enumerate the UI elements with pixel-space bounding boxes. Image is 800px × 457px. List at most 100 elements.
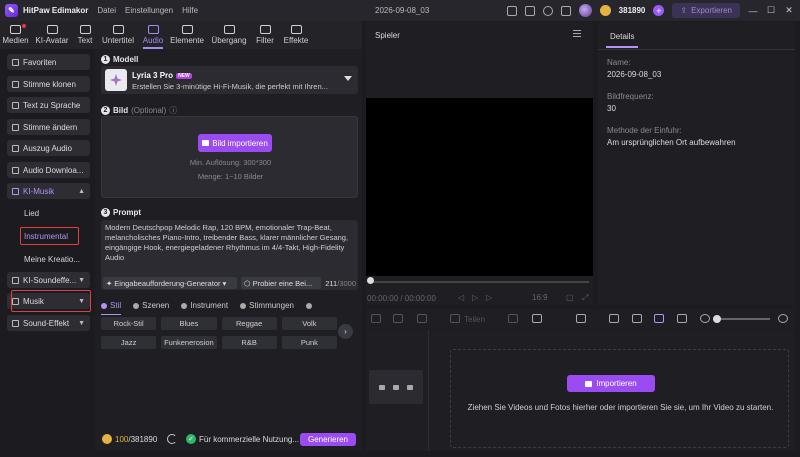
tab-audio[interactable]: Audio xyxy=(139,21,167,49)
refresh-icon[interactable] xyxy=(167,434,177,444)
maximize-button[interactable]: ☐ xyxy=(766,5,776,16)
style-tag[interactable]: R&B xyxy=(221,336,277,349)
tab-text[interactable]: Text xyxy=(73,21,97,49)
tab-uebergang[interactable]: Übergang xyxy=(207,21,251,49)
zoom-slider-handle[interactable] xyxy=(713,315,721,323)
export-button[interactable]: ⇪ Exportieren xyxy=(672,3,740,18)
dropdown-arrow-icon[interactable] xyxy=(344,76,352,81)
prev-frame-icon[interactable]: ◁ xyxy=(458,293,464,302)
layout-icon[interactable] xyxy=(506,5,517,16)
style-tag[interactable]: Volk xyxy=(281,317,337,330)
tab-stil[interactable]: Stil xyxy=(101,299,122,315)
next-tags-button[interactable]: › xyxy=(338,324,353,339)
tab-effekte[interactable]: Effekte xyxy=(279,21,313,49)
tab-elemente[interactable]: Elemente xyxy=(167,21,207,49)
tab-untertitel[interactable]: Untertitel xyxy=(97,21,139,49)
tab-details[interactable]: Details xyxy=(606,26,639,48)
sidebar-item-ki-soundeffekt[interactable]: KI-Soundeffe... ▼ xyxy=(7,272,90,288)
style-tag[interactable]: Blues xyxy=(161,317,217,330)
scissors-icon[interactable] xyxy=(450,314,460,323)
menu-datei[interactable]: Datei xyxy=(97,6,116,15)
model-description: Erstellen Sie 3-minütige Hi-Fi-Musik, di… xyxy=(132,82,328,91)
redo-icon[interactable] xyxy=(393,314,403,323)
close-button[interactable]: ✕ xyxy=(784,5,794,16)
seek-bar[interactable] xyxy=(370,281,589,283)
prompt-generator-button[interactable]: ✦ Eingabeaufforderung-Generator ▾ xyxy=(103,277,237,289)
media-toolbar: Medien KI-Avatar Text Untertitel Audio E… xyxy=(0,21,362,49)
user-avatar[interactable] xyxy=(578,4,592,17)
style-tag[interactable]: Funkenerosion xyxy=(161,336,217,349)
split-label[interactable]: Teilen xyxy=(464,315,485,324)
style-tag[interactable]: Punk xyxy=(281,336,337,349)
download-icon[interactable] xyxy=(542,5,553,16)
prompt-textarea[interactable]: Modern Deutschpop Melodic Rap, 120 BPM, … xyxy=(101,220,358,290)
sidebar-item-favoriten[interactable]: Favoriten xyxy=(7,54,90,70)
subtitle-icon xyxy=(112,25,124,34)
try-example-button[interactable]: ⬡ Probier eine Bei... xyxy=(241,277,321,289)
menu-einstellungen[interactable]: Einstellungen xyxy=(125,6,173,15)
notification-icon[interactable] xyxy=(560,5,571,16)
sidebar-item-label: Favoriten xyxy=(23,57,57,67)
fit-icon[interactable] xyxy=(677,314,687,323)
delete-icon[interactable] xyxy=(417,314,427,323)
sidebar-item-audio-download[interactable]: Audio Downloa... xyxy=(7,162,90,178)
zoom-in-icon[interactable] xyxy=(778,314,788,323)
info-icon[interactable]: ⓘ xyxy=(169,105,177,116)
aspect-ratio[interactable]: 16:9 xyxy=(532,293,548,302)
sidebar-item-stimme-aendern[interactable]: Stimme ändern xyxy=(7,119,90,135)
notification-dot xyxy=(22,24,26,28)
style-tag[interactable]: Rock-Stil xyxy=(101,317,157,330)
import-image-button[interactable]: Bild importieren xyxy=(198,134,272,152)
tab-stimmungen[interactable]: Stimmungen xyxy=(240,299,294,312)
details-panel: Details Name: 2026-09-08_03 Bildfrequenz… xyxy=(598,22,795,305)
track-visibility-icon[interactable] xyxy=(393,385,399,390)
menu-icon[interactable] xyxy=(573,30,581,37)
menu-hilfe[interactable]: Hilfe xyxy=(182,6,198,15)
submenu-lied[interactable]: Lied xyxy=(24,209,39,218)
check-icon[interactable]: ✓ xyxy=(186,434,196,444)
name-value: 2026-09-08_03 xyxy=(607,70,662,79)
sidebar-item-stimme-klonen[interactable]: Stimme klonen xyxy=(7,76,90,92)
chevron-down-icon: ▼ xyxy=(78,276,85,284)
style-tag[interactable]: Reggae xyxy=(221,317,277,330)
microphone-icon[interactable] xyxy=(576,314,586,323)
feedback-icon[interactable] xyxy=(524,5,535,16)
style-tag-row: Jazz Funkenerosion R&B Punk xyxy=(101,336,337,349)
tab-ki-avatar[interactable]: KI-Avatar xyxy=(31,21,73,49)
tab-instrument[interactable]: Instrument xyxy=(181,299,228,312)
zoom-out-icon[interactable] xyxy=(700,314,710,323)
export-icon: ⇪ xyxy=(680,6,688,15)
split-audio-icon[interactable] xyxy=(632,314,642,323)
snapshot-icon[interactable]: ▢ xyxy=(566,293,574,302)
sidebar-item-ki-musik[interactable]: KI-Musik ▲ xyxy=(7,183,90,199)
next-frame-icon[interactable]: ▷ xyxy=(486,293,492,302)
sidebar-item-sound-effekt[interactable]: Sound-Effekt ▼ xyxy=(7,315,90,331)
model-selector[interactable]: Lyria 3 Pro NEW Erstellen Sie 3-minütige … xyxy=(101,66,358,94)
seek-handle[interactable] xyxy=(367,277,374,284)
tab-medien[interactable]: Medien xyxy=(0,21,31,49)
image-upload-area[interactable]: Bild importieren Min. Auflösung: 300*300… xyxy=(101,116,358,198)
magnet-icon[interactable] xyxy=(654,314,664,323)
elements-icon xyxy=(181,25,193,34)
link-icon[interactable] xyxy=(609,314,619,323)
track-lock-icon[interactable] xyxy=(379,385,385,390)
media-drop-zone[interactable]: Importieren Ziehen Sie Videos und Fotos … xyxy=(450,349,789,448)
tab-filter[interactable]: Filter xyxy=(251,21,279,49)
tab-more[interactable] xyxy=(305,299,312,312)
tab-szenen[interactable]: Szenen xyxy=(133,299,169,312)
add-credits-button[interactable]: + xyxy=(653,5,665,16)
zoom-slider[interactable] xyxy=(713,318,770,320)
play-icon[interactable]: ▷ xyxy=(472,293,478,302)
submenu-meine-kreationen[interactable]: Meine Kreatio... xyxy=(24,255,80,264)
minimize-button[interactable]: — xyxy=(748,6,758,16)
fullscreen-icon[interactable]: ⤢ xyxy=(582,293,588,303)
shield-icon[interactable] xyxy=(508,314,518,323)
track-mute-icon[interactable] xyxy=(407,385,413,390)
undo-icon[interactable] xyxy=(371,314,381,323)
timeline-import-button[interactable]: Importieren xyxy=(567,375,655,392)
generate-button[interactable]: Generieren xyxy=(300,433,356,446)
sidebar-item-auszug-audio[interactable]: Auszug Audio xyxy=(7,140,90,156)
sidebar-item-text-zu-sprache[interactable]: Text zu Sprache xyxy=(7,97,90,113)
style-tag[interactable]: Jazz xyxy=(101,336,157,349)
forward-icon[interactable] xyxy=(532,314,542,323)
